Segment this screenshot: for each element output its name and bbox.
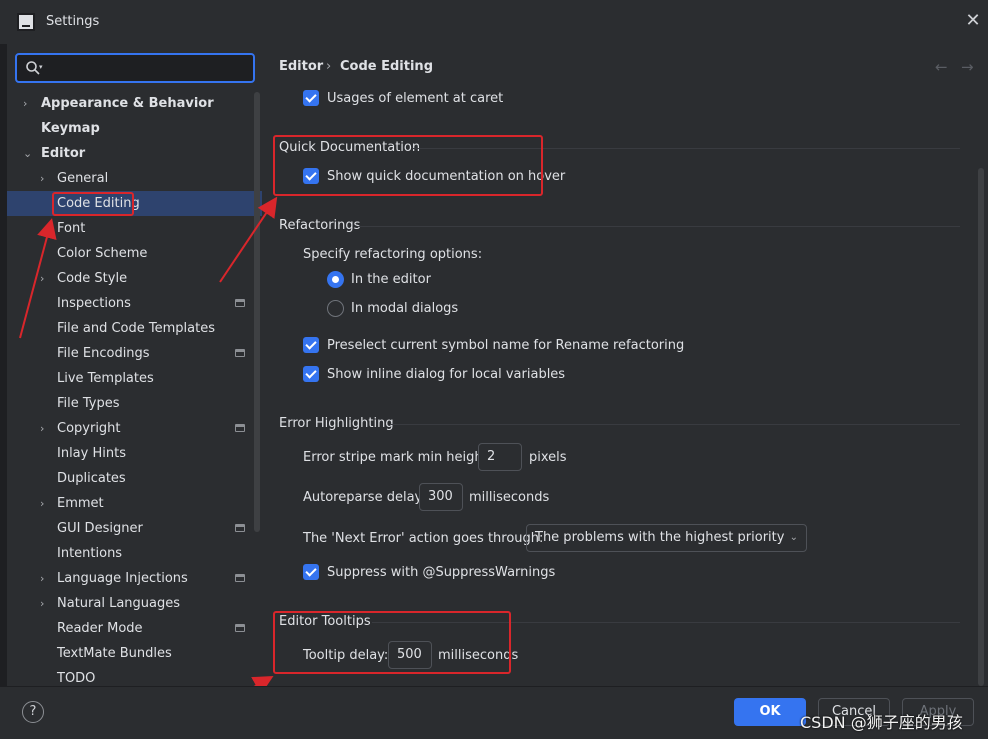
- ok-button[interactable]: OK: [734, 698, 806, 726]
- annotation-arrow: [19, 218, 57, 339]
- watermark-text: CSDN @狮子座的男孩: [800, 713, 963, 732]
- annotation-arrow: [219, 196, 278, 283]
- help-button[interactable]: ?: [22, 701, 44, 723]
- annotation-arrows: [19, 196, 278, 725]
